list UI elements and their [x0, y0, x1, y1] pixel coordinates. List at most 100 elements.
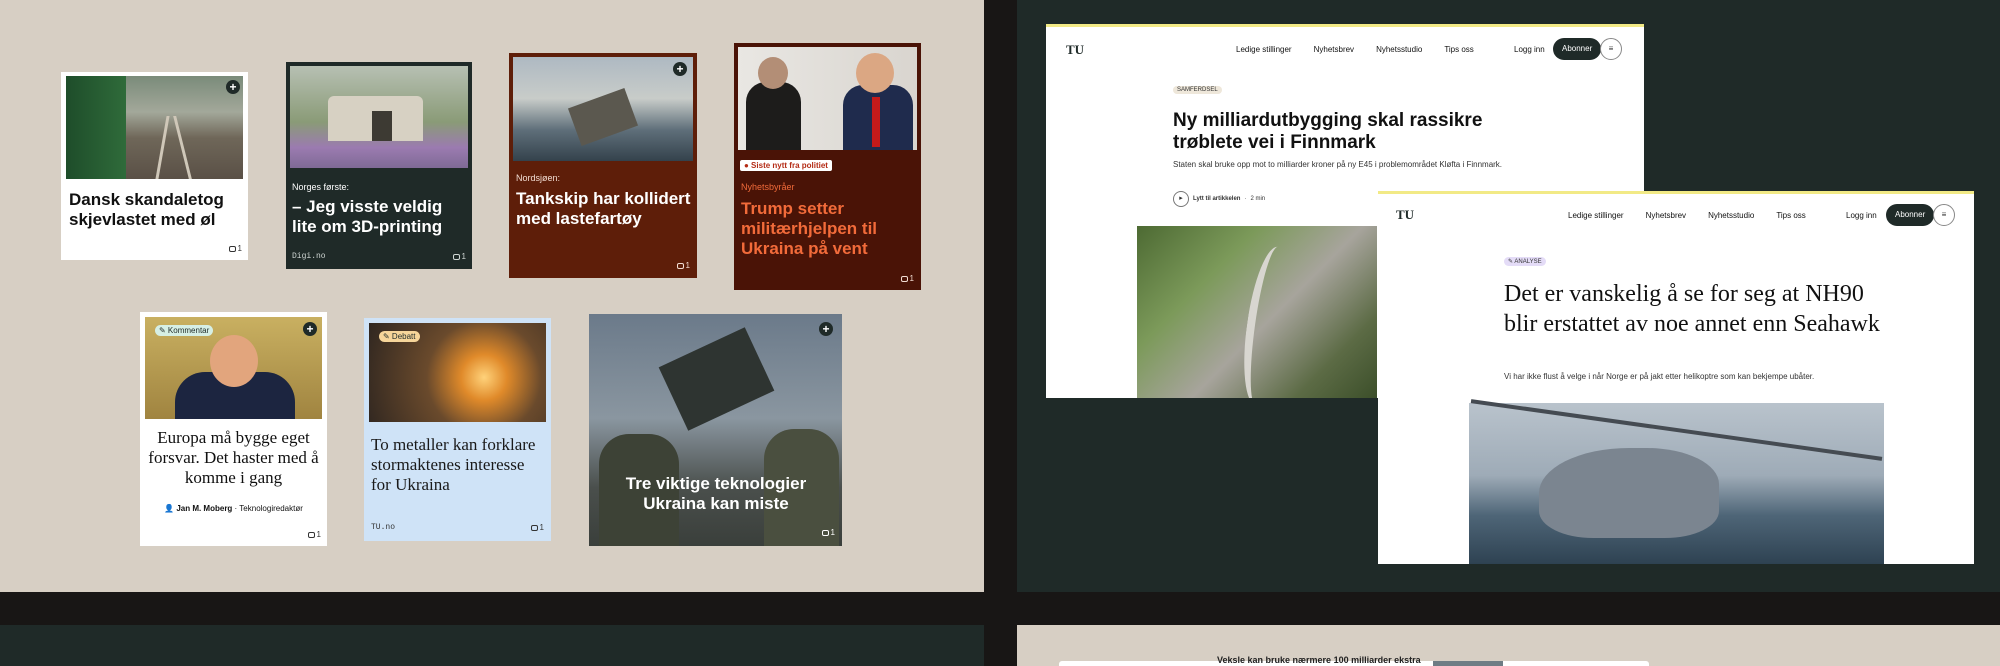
card-source: Digi.no	[292, 252, 326, 261]
article-card-3d-printing[interactable]: Norges første: – Jeg visste veldig lite …	[286, 62, 472, 269]
card-title: Europa må bygge eget forsvar. Det haster…	[148, 428, 319, 487]
head-shape	[856, 53, 894, 93]
play-icon: ▸	[1173, 191, 1189, 207]
bottom-left-strip	[0, 625, 984, 666]
article-lede: Staten skal bruke opp mot to milliarder …	[1173, 160, 1503, 169]
article-headline: Det er vanskelig å se for seg at NH90 bl…	[1504, 281, 1880, 337]
comment-icon	[676, 262, 684, 269]
tie-shape	[872, 97, 880, 147]
comment-count[interactable]: 1	[307, 530, 321, 539]
section-tag[interactable]: SAMFERDSEL	[1173, 86, 1222, 94]
author-role: Teknologiredaktør	[239, 504, 303, 513]
door-shape	[372, 111, 392, 141]
menu-icon[interactable]: ≡	[1600, 38, 1622, 60]
plus-icon[interactable]: +	[226, 80, 240, 94]
face-shape	[210, 335, 258, 387]
card-title: Dansk skandaletog skjevlastet med øl	[69, 190, 224, 229]
comment-count[interactable]: 1	[228, 244, 242, 253]
listen-label: Lytt til artikkelen	[1193, 196, 1241, 202]
listen-button[interactable]: ▸ Lytt til artikkelen · 2 min	[1173, 191, 1265, 207]
card-image-tanker: +	[513, 57, 693, 161]
card-showcase-panel: + Dansk skandaletog skjevlastet med øl 1…	[0, 0, 984, 592]
card-title: Tankskip har kollidert med lastefartøy	[516, 189, 691, 228]
login-link[interactable]: Logg inn	[1514, 45, 1545, 54]
nav-item-newsstudio[interactable]: Nyhetsstudio	[1376, 45, 1422, 54]
rail-shape	[173, 116, 192, 179]
card-kicker: Norges første:	[292, 182, 350, 192]
person-shape	[746, 82, 801, 150]
accent-bar	[1378, 191, 1974, 194]
road-shape	[1236, 243, 1298, 398]
comment-count[interactable]: 1	[452, 252, 466, 261]
article-card-metals[interactable]: ✎ Debatt To metaller kan forklare storma…	[364, 318, 551, 541]
card-image-portrait: ✎ Kommentar +	[145, 317, 322, 419]
menu-icon[interactable]: ≡	[1933, 204, 1955, 226]
article-lede: Vi har ikke flust å velge i når Norge er…	[1504, 372, 1815, 381]
article-card-europe-defense[interactable]: ✎ Kommentar + Europa må bygge eget forsv…	[140, 312, 327, 546]
comment-count[interactable]: 1	[821, 528, 835, 537]
comment-count[interactable]: 1	[676, 261, 690, 270]
helicopter-shape	[1539, 448, 1719, 538]
site-logo[interactable]: TU	[1396, 207, 1414, 223]
main-nav: Ledige stillinger Nyhetsbrev Nyhetsstudi…	[1236, 45, 1474, 54]
byline: 👤 Jan M. Moberg · Teknologiredaktør	[164, 504, 303, 513]
comment-icon	[821, 529, 829, 536]
card-image-train: +	[66, 76, 243, 179]
card-title: – Jeg visste veldig lite om 3D-printing	[292, 197, 443, 236]
bottom-right-strip: Veksle kan bruke nærmere 100 milliarder …	[1017, 625, 2000, 666]
article-card-technologies[interactable]: + Tre viktige teknologier Ukraina kan mi…	[589, 314, 842, 546]
article-card-trump[interactable]: ● Siste nytt fra politiet Nyhetsbyråer T…	[734, 43, 921, 290]
article-card-tanker[interactable]: + Nordsjøen: Tankskip har kollidert med …	[509, 53, 697, 278]
card-image-leaders	[738, 47, 917, 150]
comment-icon	[307, 531, 315, 538]
article-image-helicopter	[1469, 399, 1884, 564]
ship-shape	[567, 87, 639, 147]
rail-shape	[155, 116, 170, 179]
screenshot-root: + Dansk skandaletog skjevlastet med øl 1…	[0, 0, 2000, 666]
nav-item-jobs[interactable]: Ledige stillinger	[1568, 211, 1624, 220]
article-card-train[interactable]: + Dansk skandaletog skjevlastet med øl 1	[61, 72, 248, 260]
nav-item-jobs[interactable]: Ledige stillinger	[1236, 45, 1292, 54]
nav-item-newsletter[interactable]: Nyhetsbrev	[1314, 45, 1354, 54]
card-source: TU.no	[371, 523, 396, 532]
debate-tag: ✎ Debatt	[379, 331, 420, 342]
nav-item-tips[interactable]: Tips oss	[1444, 45, 1474, 54]
section-tag[interactable]: ✎ ANALYSE	[1504, 257, 1546, 266]
card-image-house	[290, 66, 468, 168]
plus-icon[interactable]: +	[819, 322, 833, 336]
site-logo[interactable]: TU	[1066, 42, 1084, 58]
listen-duration: 2 min	[1250, 196, 1266, 202]
comment-icon	[452, 253, 460, 260]
subscribe-button[interactable]: Abonner	[1553, 38, 1602, 60]
comment-icon	[228, 245, 236, 252]
nav-item-newsletter[interactable]: Nyhetsbrev	[1646, 211, 1686, 220]
main-nav: Ledige stillinger Nyhetsbrev Nyhetsstudi…	[1568, 211, 1806, 220]
train-shape	[66, 76, 126, 179]
card-title: Trump setter militærhjelpen til Ukraina …	[741, 199, 878, 258]
card-kicker: Nyhetsbyråer	[741, 182, 795, 192]
comment-icon	[530, 524, 538, 531]
card-title: Tre viktige teknologier Ukraina kan mist…	[625, 474, 807, 513]
article-image-road	[1137, 226, 1377, 398]
missile-launcher-shape	[658, 327, 775, 431]
mini-article-image	[1433, 661, 1503, 666]
nav-item-tips[interactable]: Tips oss	[1776, 211, 1806, 220]
card-image-furnace: ✎ Debatt	[369, 323, 546, 422]
article-page-nh90: TU Ledige stillinger Nyhetsbrev Nyhetsst…	[1378, 191, 1974, 564]
comment-count[interactable]: 1	[900, 274, 914, 283]
mini-article-headline: Veksle kan bruke nærmere 100 milliarder …	[1217, 655, 1421, 665]
comment-tag: ✎ Kommentar	[155, 325, 214, 336]
comment-count[interactable]: 1	[530, 523, 544, 532]
subscribe-button[interactable]: Abonner	[1886, 204, 1935, 226]
login-link[interactable]: Logg inn	[1846, 211, 1877, 220]
author-avatar-icon: 👤	[164, 504, 175, 513]
card-title: To metaller kan forklare stormaktenes in…	[371, 435, 536, 494]
plus-icon[interactable]: +	[673, 62, 687, 76]
nav-item-newsstudio[interactable]: Nyhetsstudio	[1708, 211, 1754, 220]
plus-icon[interactable]: +	[303, 322, 317, 336]
breaking-news-badge: ● Siste nytt fra politiet	[740, 160, 832, 171]
comment-icon	[900, 275, 908, 282]
accent-bar	[1046, 24, 1644, 27]
head-shape	[758, 57, 788, 89]
card-kicker: Nordsjøen:	[516, 173, 561, 183]
